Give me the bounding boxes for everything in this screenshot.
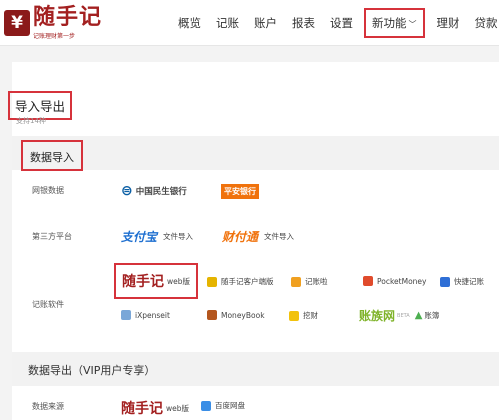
jizhangji-text: 记账啦 bbox=[305, 277, 328, 286]
yen-logo-icon: ¥ bbox=[4, 10, 30, 36]
pocketmoney-text: PocketMoney bbox=[377, 276, 427, 286]
moneybook-link[interactable]: MoneyBook bbox=[207, 310, 265, 320]
nav-accounts[interactable]: 账户 bbox=[254, 15, 277, 31]
ssj-client-icon bbox=[207, 276, 217, 287]
pocketmoney-link[interactable]: PocketMoney bbox=[363, 276, 426, 286]
kuaijie-link[interactable]: 快捷记账 bbox=[440, 276, 484, 287]
ssj-client-text: 随手记客户端版 bbox=[221, 277, 274, 286]
ssj-web-import-link[interactable]: 随手记 web版 bbox=[114, 263, 199, 299]
cmbc-logo-icon: ⊜ bbox=[121, 183, 133, 199]
kuaijie-text: 快捷记账 bbox=[454, 277, 484, 286]
jizhangji-icon bbox=[291, 276, 301, 287]
main-nav: 概览 记账 账户 报表 设置 新功能 ﹀ 理财 贷款 bbox=[178, 0, 499, 46]
nav-record[interactable]: 记账 bbox=[216, 15, 239, 31]
nav-new-features[interactable]: 新功能 ﹀ bbox=[364, 8, 425, 38]
page-title: 导入导出 bbox=[15, 99, 66, 114]
import-title-box: 数据导入 bbox=[21, 140, 83, 171]
jizhangji-link[interactable]: 记账啦 bbox=[291, 276, 328, 287]
ixpenseit-text: iXpenseit bbox=[135, 310, 170, 320]
zhangzu-text: 账簿 bbox=[424, 311, 440, 320]
wajue-icon bbox=[289, 310, 299, 321]
cmbc-bank-link[interactable]: ⊜ 中国民生银行 bbox=[121, 183, 187, 199]
baidu-pan-link[interactable]: 百度网盘 bbox=[201, 400, 245, 411]
wajue-link[interactable]: 挖财 bbox=[289, 310, 318, 321]
data-source-label: 数据来源 bbox=[32, 402, 64, 411]
ixpenseit-icon bbox=[121, 310, 131, 320]
alipay-import-text: 文件导入 bbox=[163, 232, 194, 241]
nav-settings[interactable]: 设置 bbox=[330, 15, 353, 31]
page-subtitle: 支持14种 bbox=[16, 117, 46, 125]
top-header: ¥ 随手记 记账理财第一步 概览 记账 账户 报表 设置 新功能 ﹀ 理财 贷款 bbox=[0, 0, 499, 46]
moneybook-icon bbox=[207, 310, 217, 320]
third-party-label: 第三方平台 bbox=[32, 232, 72, 241]
tenpay-logo: 财付通 bbox=[222, 230, 259, 244]
nav-finance[interactable]: 理财 bbox=[437, 15, 460, 31]
import-section-title: 数据导入 bbox=[30, 151, 74, 164]
kuaijie-icon bbox=[440, 276, 450, 287]
ssj-export-logo: 随手记 bbox=[121, 401, 163, 417]
zhangzu-logo: 账族网 bbox=[359, 309, 396, 323]
alipay-logo: 支付宝 bbox=[121, 230, 158, 244]
brand-name: 随手记 bbox=[33, 4, 103, 30]
wajue-text: 挖财 bbox=[303, 311, 318, 320]
tenpay-import-link[interactable]: 财付通 文件导入 bbox=[222, 228, 294, 245]
baidu-pan-text: 百度网盘 bbox=[215, 401, 245, 410]
nav-new-features-label: 新功能 bbox=[372, 16, 407, 30]
zhangzu-link[interactable]: 账族网 BETA ▲ 账簿 bbox=[359, 307, 439, 324]
pocketmoney-icon bbox=[363, 276, 373, 286]
nav-reports[interactable]: 报表 bbox=[292, 15, 315, 31]
online-bank-label: 网银数据 bbox=[32, 186, 64, 195]
software-label: 记账软件 bbox=[32, 300, 64, 309]
pingan-bank-name: 平安银行 bbox=[221, 184, 259, 199]
pingan-bank-link[interactable]: 平安银行 bbox=[221, 184, 259, 199]
ssj-web-export-link[interactable]: 随手记 web版 bbox=[121, 398, 189, 418]
ssj-web-text: web版 bbox=[167, 276, 191, 286]
nav-loans[interactable]: 贷款 bbox=[475, 15, 498, 31]
ssj-logo: 随手记 bbox=[122, 274, 164, 290]
ixpenseit-link[interactable]: iXpenseit bbox=[121, 310, 170, 320]
import-section-header: 数据导入 bbox=[12, 136, 499, 171]
brand-slogan: 记账理财第一步 bbox=[33, 33, 76, 40]
ssj-export-text: web版 bbox=[166, 403, 190, 413]
brand-logo[interactable]: ¥ 随手记 记账理财第一步 bbox=[4, 6, 102, 40]
upload-arrow-icon: ▲ bbox=[414, 310, 423, 321]
moneybook-text: MoneyBook bbox=[221, 310, 265, 320]
export-section-header: 数据导出（VIP用户专享） bbox=[12, 352, 499, 386]
cloud-icon bbox=[201, 400, 211, 411]
tenpay-import-text: 文件导入 bbox=[264, 232, 295, 241]
alipay-import-link[interactable]: 支付宝 文件导入 bbox=[121, 228, 193, 245]
nav-overview[interactable]: 概览 bbox=[178, 15, 201, 31]
cmbc-bank-name: 中国民生银行 bbox=[135, 187, 187, 197]
ssj-client-link[interactable]: 随手记客户端版 bbox=[207, 276, 274, 287]
zhangzu-beta-badge: BETA bbox=[397, 312, 410, 319]
export-section-title: 数据导出（VIP用户专享） bbox=[28, 364, 156, 377]
chevron-down-icon: ﹀ bbox=[408, 20, 417, 29]
